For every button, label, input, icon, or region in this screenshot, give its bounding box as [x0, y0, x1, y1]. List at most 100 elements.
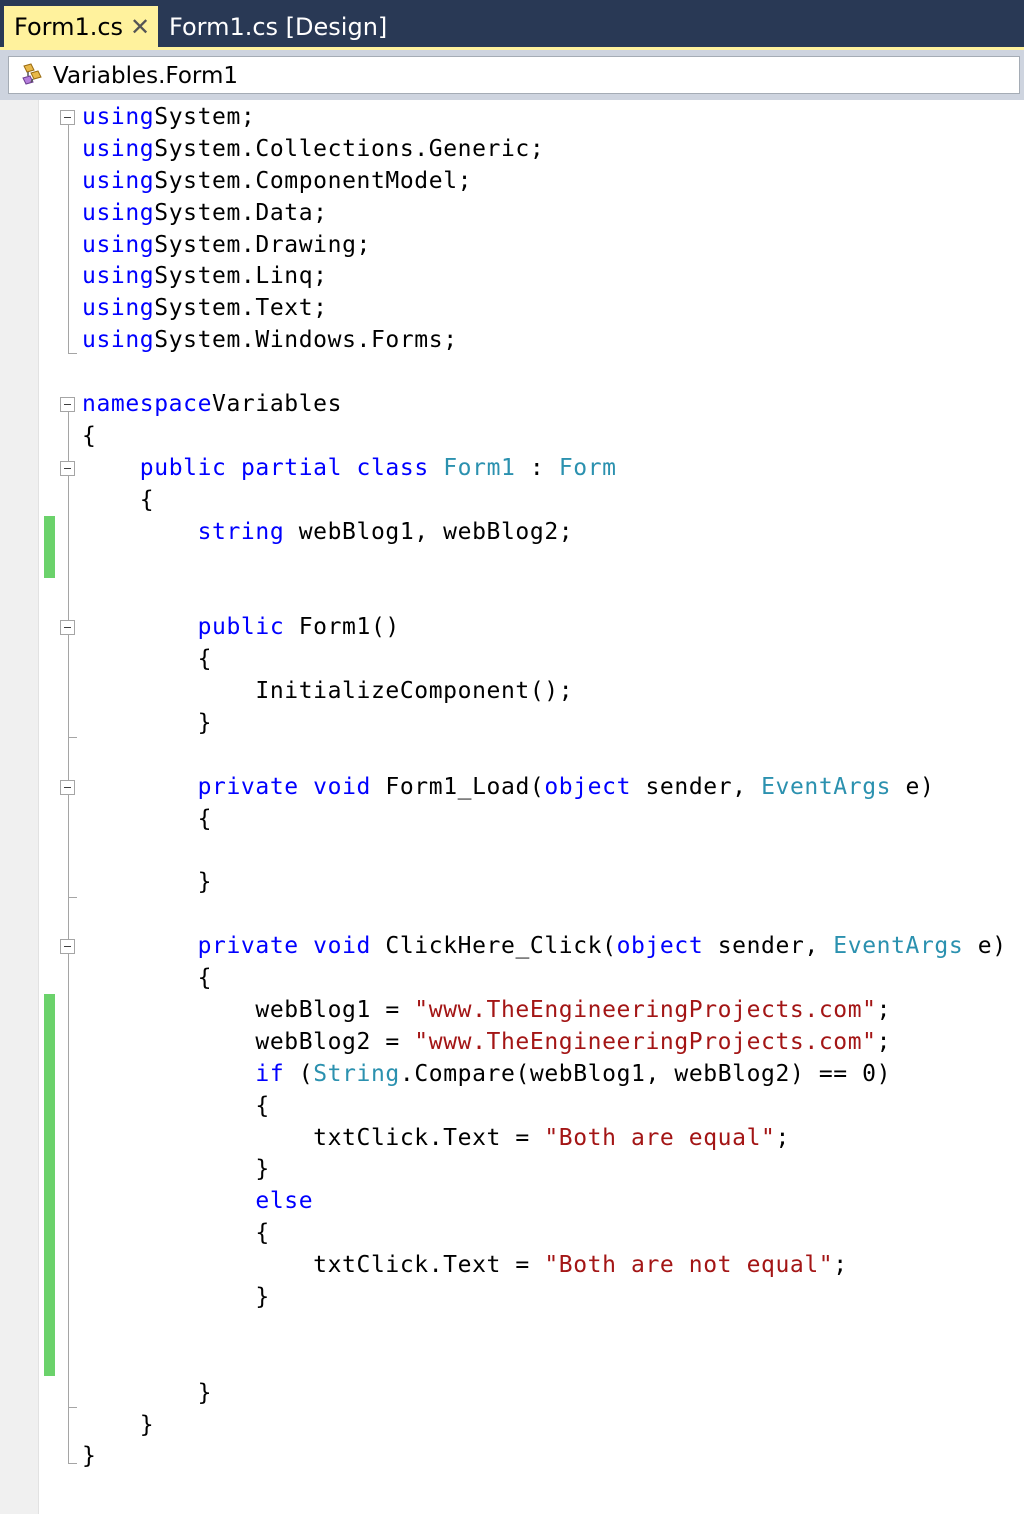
code-line[interactable]: [82, 580, 1007, 612]
code-line[interactable]: usingSystem.ComponentModel;: [82, 166, 1007, 198]
code-line[interactable]: [82, 899, 1007, 931]
collapse-constructor-icon[interactable]: [60, 620, 75, 635]
outline-line: [68, 125, 69, 354]
code-line[interactable]: }: [82, 708, 1007, 740]
code-line[interactable]: [82, 1314, 1007, 1346]
code-line[interactable]: usingSystem.Data;: [82, 198, 1007, 230]
code-line[interactable]: [82, 357, 1007, 389]
source-code[interactable]: usingSystem; usingSystem.Collections.Gene…: [82, 102, 1007, 1473]
code-line[interactable]: }: [82, 1154, 1007, 1186]
keyword-token: object: [616, 933, 704, 960]
code-token: txtClick.Text =: [82, 1252, 545, 1279]
keyword-token: else: [255, 1188, 314, 1215]
code-line[interactable]: [82, 1346, 1007, 1378]
code-line[interactable]: webBlog1 = "www.TheEngineeringProjects.c…: [82, 995, 1007, 1027]
type-token: EventArgs: [761, 773, 892, 800]
changed-lines-marker: [44, 994, 55, 1376]
string-token: "www.TheEngineeringProjects.com": [414, 1028, 877, 1055]
outline-end-tick: [68, 1407, 77, 1408]
code-line[interactable]: usingSystem.Drawing;: [82, 230, 1007, 262]
code-token: Form1(): [284, 614, 400, 641]
code-token: sender,: [631, 773, 762, 800]
code-line[interactable]: private void Form1_Load(object sender, E…: [82, 772, 1007, 804]
collapse-class-icon[interactable]: [60, 461, 75, 476]
collapse-clickhere-click-icon[interactable]: [60, 939, 75, 954]
indicator-margin: [0, 100, 39, 1514]
code-token: {: [82, 805, 213, 832]
code-line[interactable]: public Form1(): [82, 612, 1007, 644]
code-token: {: [82, 646, 213, 673]
keyword-token: private: [197, 773, 299, 800]
type-selector-dropdown[interactable]: Variables.Form1: [8, 56, 1020, 94]
code-line[interactable]: {: [82, 1091, 1007, 1123]
code-line[interactable]: txtClick.Text = "Both are equal";: [82, 1123, 1007, 1155]
code-line[interactable]: usingSystem.Text;: [82, 293, 1007, 325]
collapse-form1-load-icon[interactable]: [60, 780, 75, 795]
keyword-token: partial: [240, 454, 343, 481]
code-editor-window: Form1.cs ✕ Form1.cs [Design] Variables.F…: [0, 0, 1024, 1514]
code-line[interactable]: {: [82, 804, 1007, 836]
code-line[interactable]: else: [82, 1186, 1007, 1218]
code-token: (: [284, 1060, 314, 1087]
outline-line: [68, 412, 69, 1464]
code-line[interactable]: {: [82, 963, 1007, 995]
code-token: webBlog1, webBlog2;: [284, 518, 574, 545]
outline-end-tick: [68, 1463, 77, 1464]
code-line[interactable]: InitializeComponent();: [82, 676, 1007, 708]
code-editor[interactable]: usingSystem; usingSystem.Collections.Gene…: [0, 100, 1024, 1514]
code-line[interactable]: if (String.Compare(webBlog1, webBlog2) =…: [82, 1059, 1007, 1091]
keyword-token: using: [82, 199, 155, 226]
keyword-token: private: [197, 933, 299, 960]
code-line[interactable]: [82, 548, 1007, 580]
keyword-token: using: [82, 167, 155, 194]
type-token: EventArgs: [833, 933, 964, 960]
tab-label: Form1.cs [Design]: [169, 13, 388, 41]
code-token: }: [82, 1443, 97, 1470]
code-token: Variables: [212, 391, 343, 418]
collapse-namespace-icon[interactable]: [60, 397, 75, 412]
collapse-usings-icon[interactable]: [60, 110, 75, 125]
code-line[interactable]: private void ClickHere_Click(object send…: [82, 931, 1007, 963]
type-token: String: [313, 1060, 400, 1087]
code-token: }: [82, 1411, 155, 1438]
code-line[interactable]: }: [82, 1378, 1007, 1410]
code-line[interactable]: {: [82, 1218, 1007, 1250]
tab-form1-cs-design[interactable]: Form1.cs [Design]: [162, 6, 387, 48]
code-token: e): [963, 933, 1007, 960]
code-token: webBlog1 =: [82, 996, 415, 1023]
code-line[interactable]: [82, 740, 1007, 772]
code-line[interactable]: usingSystem.Windows.Forms;: [82, 325, 1007, 357]
keyword-token: namespace: [82, 391, 213, 418]
keyword-token: void: [313, 773, 371, 800]
close-icon[interactable]: ✕: [128, 6, 152, 48]
code-line[interactable]: [82, 835, 1007, 867]
code-line[interactable]: {: [82, 644, 1007, 676]
code-token: ;: [833, 1252, 848, 1279]
code-line[interactable]: }: [82, 1410, 1007, 1442]
code-line[interactable]: {: [82, 485, 1007, 517]
code-token: System.Collections.Generic;: [154, 135, 545, 162]
code-line[interactable]: usingSystem.Linq;: [82, 261, 1007, 293]
code-line[interactable]: }: [82, 867, 1007, 899]
code-line[interactable]: namespaceVariables: [82, 389, 1007, 421]
tab-form1-cs[interactable]: Form1.cs ✕: [4, 6, 158, 48]
changed-lines-marker: [44, 516, 55, 578]
code-line[interactable]: public partial class Form1 : Form: [82, 453, 1007, 485]
code-line[interactable]: {: [82, 421, 1007, 453]
code-line[interactable]: }: [82, 1441, 1007, 1473]
code-line[interactable]: string webBlog1, webBlog2;: [82, 517, 1007, 549]
code-line[interactable]: webBlog2 = "www.TheEngineeringProjects.c…: [82, 1027, 1007, 1059]
code-line[interactable]: }: [82, 1282, 1007, 1314]
code-line[interactable]: usingSystem;: [82, 102, 1007, 134]
code-token: ;: [876, 1028, 892, 1055]
code-line[interactable]: txtClick.Text = "Both are not equal";: [82, 1250, 1007, 1282]
keyword-token: using: [82, 263, 155, 290]
code-line[interactable]: usingSystem.Collections.Generic;: [82, 134, 1007, 166]
keyword-token: using: [82, 327, 155, 354]
